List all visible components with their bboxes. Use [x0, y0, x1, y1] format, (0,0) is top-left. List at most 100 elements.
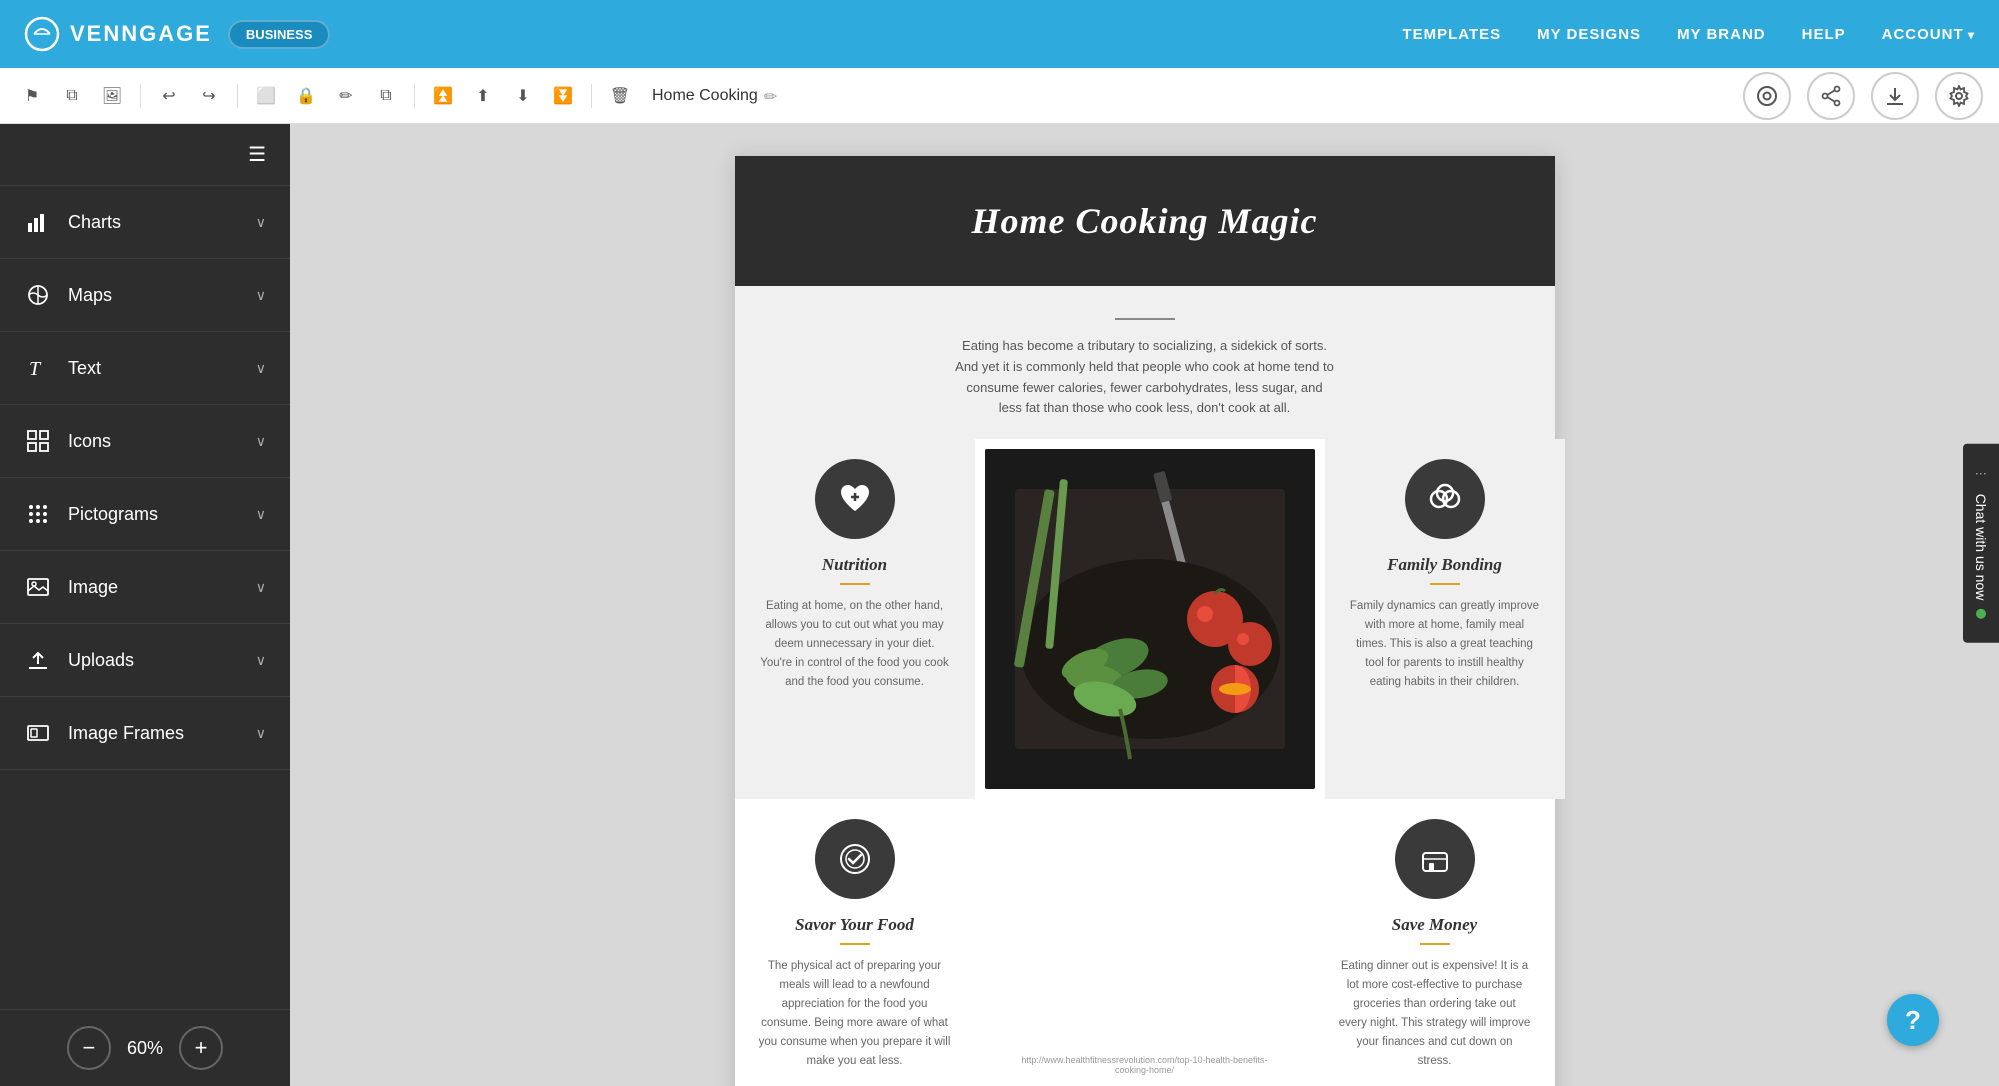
canvas-area: Home Cooking Magic Eating has become a t…	[290, 124, 1999, 1086]
nav-links: TEMPLATES MY DESIGNS MY BRAND HELP ACCOU…	[1402, 26, 1975, 43]
uploads-chevron: ∨	[256, 652, 266, 669]
chat-widget-label: Chat with us now	[1973, 494, 1989, 601]
chat-widget[interactable]: ⋮ Chat with us now	[1963, 444, 1999, 643]
sidebar-item-icons[interactable]: Icons ∨	[0, 405, 290, 478]
text-label: Text	[68, 358, 256, 379]
image-label: Image	[68, 577, 256, 598]
edit-button[interactable]: ✏	[330, 80, 362, 112]
text-icon: T	[24, 354, 52, 382]
text-chevron: ∨	[256, 360, 266, 377]
design-title-container: Home Cooking ✏	[652, 87, 782, 105]
duplicate-button[interactable]: ⧉	[370, 80, 402, 112]
icons-label: Icons	[68, 431, 256, 452]
save-money-title: Save Money	[1339, 915, 1531, 935]
nutrition-icon-circle	[815, 459, 895, 539]
undo-button[interactable]: ↩	[153, 80, 185, 112]
nav-account[interactable]: ACCOUNT	[1882, 26, 1975, 43]
pictograms-label: Pictograms	[68, 504, 256, 525]
redo-button[interactable]: ↪	[193, 80, 225, 112]
sidebar-item-uploads[interactable]: Uploads ∨	[0, 624, 290, 697]
maps-chevron: ∨	[256, 287, 266, 304]
design-title-edit-icon[interactable]: ✏	[764, 87, 782, 105]
editor-toolbar: ⚑ ⧉ 🖼 ↩ ↪ ⬜ 🔒 ✏ ⧉ ⏫ ⬆ ⬇ ⏬ 🗑 Home Cooking…	[0, 68, 1999, 124]
save-money-text: Eating dinner out is expensive! It is a …	[1339, 957, 1531, 1071]
hamburger-icon: ☰	[248, 142, 266, 167]
pictograms-chevron: ∨	[256, 506, 266, 523]
charts-icon	[24, 208, 52, 236]
feature-save-money: Save Money Eating dinner out is expensiv…	[1315, 799, 1555, 1086]
brand-name: VENNGAGE	[70, 21, 212, 47]
sidebar-item-image[interactable]: Image ∨	[0, 551, 290, 624]
icons-icon	[24, 427, 52, 455]
sidebar-item-charts[interactable]: Charts ∨	[0, 186, 290, 259]
sidebar-item-maps[interactable]: Maps ∨	[0, 259, 290, 332]
nav-templates[interactable]: TEMPLATES	[1402, 26, 1501, 43]
toolbar-action-icons	[1743, 72, 1983, 120]
nav-help[interactable]: HELP	[1802, 26, 1846, 43]
download-button[interactable]	[1871, 72, 1919, 120]
image-frames-chevron: ∨	[256, 725, 266, 742]
sidebar-menu-button[interactable]: ☰	[0, 124, 290, 186]
center-food-image	[975, 439, 1325, 799]
feature-nutrition: Nutrition Eating at home, on the other h…	[735, 439, 975, 799]
nav-my-designs[interactable]: MY DESIGNS	[1537, 26, 1641, 43]
move-down-button[interactable]: ⬇	[507, 80, 539, 112]
frame-button[interactable]: ⬜	[250, 80, 282, 112]
sidebar-item-text[interactable]: T Text ∨	[0, 332, 290, 405]
toolbar-divider-3	[414, 84, 415, 108]
pictograms-icon	[24, 500, 52, 528]
image-frames-label: Image Frames	[68, 723, 256, 744]
maps-icon	[24, 281, 52, 309]
save-money-divider	[1420, 943, 1450, 945]
feature-savor-food: Savor Your Food The physical act of prep…	[735, 799, 975, 1086]
design-title-text: Home Cooking	[652, 87, 758, 105]
sidebar-item-pictograms[interactable]: Pictograms ∨	[0, 478, 290, 551]
move-bottom-button[interactable]: ⏬	[547, 80, 579, 112]
zoom-value: 60%	[127, 1038, 163, 1059]
nutrition-text: Eating at home, on the other hand, allow…	[759, 597, 951, 692]
uploads-icon	[24, 646, 52, 674]
icons-chevron: ∨	[256, 433, 266, 450]
family-bonding-title: Family Bonding	[1349, 555, 1541, 575]
citation-area: http://www.healthfitnessrevolution.com/t…	[975, 799, 1315, 1086]
savor-food-divider	[840, 943, 870, 945]
maps-label: Maps	[68, 285, 256, 306]
zoom-increase-button[interactable]: +	[179, 1026, 223, 1070]
savor-food-title: Savor Your Food	[759, 915, 951, 935]
chat-online-indicator	[1976, 608, 1986, 618]
toolbar-divider-1	[140, 84, 141, 108]
intro-divider	[1115, 318, 1175, 320]
preview-button[interactable]	[1743, 72, 1791, 120]
infographic-title: Home Cooking Magic	[931, 180, 1357, 262]
help-button-label: ?	[1905, 1005, 1921, 1036]
lock-button[interactable]: 🔒	[290, 80, 322, 112]
charts-label: Charts	[68, 212, 256, 233]
move-top-button[interactable]: ⏫	[427, 80, 459, 112]
share-button[interactable]	[1807, 72, 1855, 120]
image-button[interactable]: 🖼	[96, 80, 128, 112]
delete-button[interactable]: 🗑	[604, 80, 636, 112]
uploads-label: Uploads	[68, 650, 256, 671]
nutrition-divider	[840, 583, 870, 585]
bottom-features-row: Savor Your Food The physical act of prep…	[735, 799, 1555, 1086]
zoom-decrease-button[interactable]: −	[67, 1026, 111, 1070]
copy-button[interactable]: ⧉	[56, 80, 88, 112]
savor-food-icon-circle	[815, 819, 895, 899]
food-illustration	[985, 449, 1315, 789]
help-button[interactable]: ?	[1887, 994, 1939, 1046]
move-up-button[interactable]: ⬆	[467, 80, 499, 112]
business-badge[interactable]: BUSINESS	[228, 20, 330, 49]
toolbar-divider-4	[591, 84, 592, 108]
charts-chevron: ∨	[256, 214, 266, 231]
brand-logo[interactable]: VENNGAGE	[24, 16, 212, 52]
flag-button[interactable]: ⚑	[16, 80, 48, 112]
nav-my-brand[interactable]: MY BRAND	[1677, 26, 1766, 43]
top-navigation: VENNGAGE BUSINESS TEMPLATES MY DESIGNS M…	[0, 0, 1999, 68]
infographic[interactable]: Home Cooking Magic Eating has become a t…	[735, 156, 1555, 1086]
sidebar-item-image-frames[interactable]: Image Frames ∨	[0, 697, 290, 770]
settings-button[interactable]	[1935, 72, 1983, 120]
zoom-controls: − 60% +	[0, 1009, 290, 1086]
toolbar-divider-2	[237, 84, 238, 108]
svg-text:T: T	[29, 358, 42, 379]
intro-text: Eating has become a tributary to sociali…	[955, 336, 1335, 419]
